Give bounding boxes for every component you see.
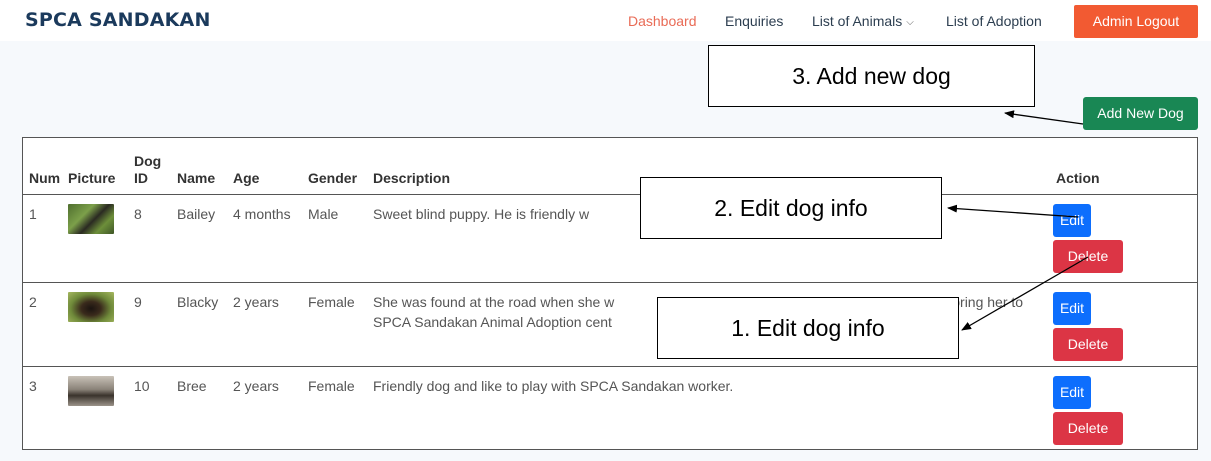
column-header-dog-id-line2: ID	[134, 170, 148, 186]
delete-button[interactable]: Delete	[1053, 239, 1123, 273]
cell-gender: Female	[308, 377, 355, 394]
column-header-action: Action	[1050, 138, 1197, 195]
cell-age: 2 years	[233, 377, 279, 394]
dog-photo	[68, 203, 114, 234]
cell-name: Blacky	[171, 282, 227, 367]
cell-dog-id: 8	[128, 194, 171, 283]
description-text-line2: SPCA Sandakan Animal Adoption cent	[373, 313, 612, 330]
nav-enquiries[interactable]: Enquiries	[725, 13, 783, 29]
column-header-dog-id: Dog ID	[128, 138, 171, 195]
cell-name: Bree	[177, 377, 207, 394]
column-header-dog-id-line1: Dog	[134, 152, 162, 169]
table-row: 1 8 Bailey 4 months Male Sweet blind pup…	[23, 194, 1197, 283]
cell-name: Bailey	[171, 194, 227, 283]
cell-age: 2 years	[227, 282, 302, 367]
brand-logo[interactable]: SPCA SANDAKAN	[25, 9, 211, 31]
annotation-edit-dog-info-top: 2. Edit dog info	[640, 177, 942, 239]
description-text-line1: She was found at the road when she w	[373, 293, 615, 310]
cell-action: Edit Delete	[1050, 194, 1197, 283]
chevron-down-icon: ⌵	[906, 17, 914, 28]
dog-photo	[68, 291, 114, 322]
cell-dog-id: 10	[134, 377, 150, 394]
table-header-row: Num Picture Dog ID Name Age Gender Descri…	[23, 138, 1197, 195]
delete-button[interactable]: Delete	[1053, 327, 1123, 361]
column-header-age: Age	[227, 138, 302, 195]
delete-button[interactable]: Delete	[1053, 411, 1123, 445]
cell-num: 3	[29, 377, 37, 394]
page: SPCA SANDAKAN Dashboard Enquiries List o…	[0, 0, 1211, 461]
edit-button[interactable]: Edit	[1053, 291, 1091, 325]
dog-photo	[68, 375, 114, 406]
annotation-edit-dog-info-bottom: 1. Edit dog info	[657, 297, 959, 359]
edit-button[interactable]: Edit	[1053, 375, 1091, 409]
add-new-dog-button[interactable]: Add New Dog	[1083, 97, 1198, 130]
cell-picture	[62, 194, 128, 283]
column-header-picture: Picture	[62, 138, 128, 195]
cell-action: Edit Delete	[1050, 366, 1197, 449]
cell-picture	[62, 282, 128, 367]
cell-description: Friendly dog and like to play with SPCA …	[373, 377, 734, 394]
nav-list-of-adoption[interactable]: List of Adoption	[946, 13, 1042, 29]
nav-list-of-animals-label: List of Animals	[812, 13, 903, 29]
dogs-table-container: Num Picture Dog ID Name Age Gender Descri…	[22, 137, 1198, 450]
cell-action: Edit Delete	[1050, 282, 1197, 367]
dogs-table: Num Picture Dog ID Name Age Gender Descri…	[23, 138, 1197, 449]
cell-num: 2	[23, 282, 62, 367]
nav-enquiries-label: Enquiries	[725, 13, 784, 29]
cell-gender: Male	[302, 194, 367, 283]
cell-picture	[62, 366, 128, 449]
column-header-num: Num	[23, 138, 62, 195]
annotation-add-new-dog: 3. Add new dog	[708, 45, 1035, 107]
column-header-gender: Gender	[302, 138, 367, 195]
cell-num: 1	[23, 194, 62, 283]
cell-dog-id: 9	[128, 282, 171, 367]
cell-gender: Female	[302, 282, 367, 367]
cell-age: 4 months	[227, 194, 302, 283]
edit-button[interactable]: Edit	[1053, 203, 1091, 237]
table-row: 3 10 Bree 2 years Female Friendly dog an…	[23, 366, 1197, 449]
admin-logout-button[interactable]: Admin Logout	[1074, 5, 1198, 38]
column-header-name: Name	[171, 138, 227, 195]
top-navbar: SPCA SANDAKAN Dashboard Enquiries List o…	[0, 0, 1211, 41]
table-row: 2 9 Blacky 2 years Female She was found …	[23, 282, 1197, 367]
nav-dashboard[interactable]: Dashboard	[628, 13, 697, 29]
nav-list-of-animals[interactable]: List of Animals ⌵	[812, 13, 914, 29]
